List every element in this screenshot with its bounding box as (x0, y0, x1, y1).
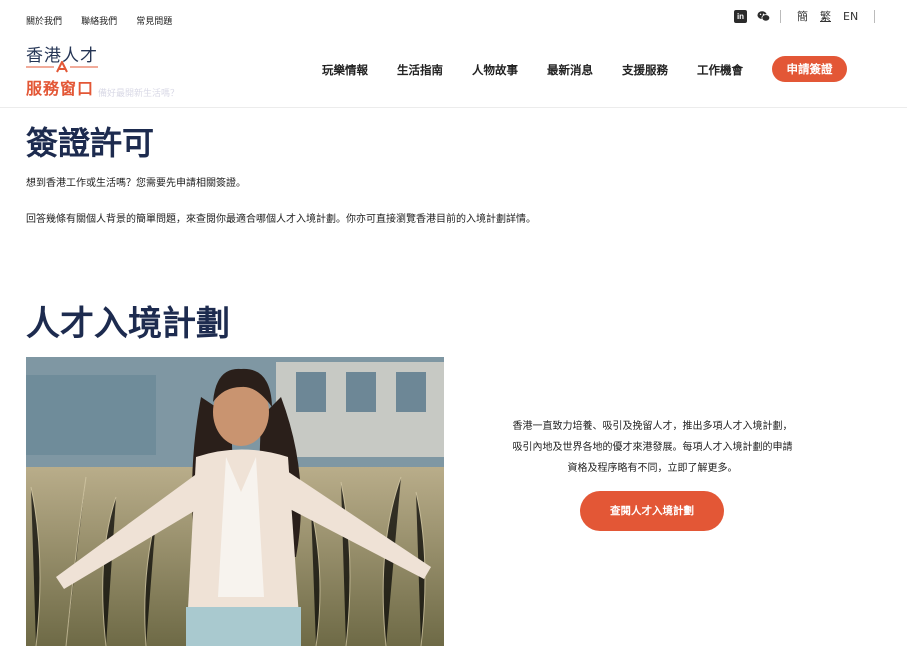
ghost-tagline: 備好最開新生活嗎？ (98, 89, 180, 99)
wechat-icon[interactable] (757, 10, 770, 23)
page-title: 簽證許可 (26, 124, 155, 162)
logo-line2[interactable]: 服務窗口 (26, 75, 94, 99)
nav-item-stories[interactable]: 人物故事 (472, 62, 518, 78)
scheme-description-line: 吸引內地及世界各地的優才來港發展。每項人才入境計劃的申請 (512, 442, 793, 453)
social-and-language-bar: in 簡 繁 EN (734, 8, 885, 24)
visa-guide-text: 回答幾條有關個人背景的簡單問題，來查閱你最適合哪個人才入境計劃。你亦可直接瀏覽香… (26, 214, 536, 225)
nav-item-jobs[interactable]: 工作機會 (697, 62, 743, 78)
nav-item-support[interactable]: 支援服務 (622, 62, 668, 78)
nav-item-news[interactable]: 最新消息 (547, 62, 593, 78)
visa-intro-text: 想到香港工作或生活嗎？您需要先申請相關簽證。 (26, 178, 246, 189)
divider (780, 9, 781, 23)
lang-traditional[interactable]: 繁 (820, 8, 831, 24)
divider (874, 9, 876, 23)
logo-mark-icon (26, 61, 98, 73)
lang-english[interactable]: EN (843, 10, 858, 23)
lang-simplified[interactable]: 簡 (797, 8, 808, 24)
about-us-link[interactable]: 關於我們 (26, 17, 62, 27)
view-schemes-button[interactable]: 查閱人才入境計劃 (580, 491, 724, 531)
hero-photo (26, 357, 444, 646)
scheme-description-line: 資格及程序略有不同，立即了解更多。 (567, 463, 738, 474)
nav-item-leisure[interactable]: 玩樂情報 (322, 62, 368, 78)
section-title: 人才入境計劃 (26, 304, 230, 344)
contact-us-link[interactable]: 聯絡我們 (81, 17, 117, 27)
main-nav: 玩樂情報 生活指南 人物故事 最新消息 支援服務 工作機會 (322, 62, 772, 78)
header-divider (0, 107, 907, 108)
linkedin-icon[interactable]: in (734, 9, 747, 23)
top-utility-nav: 關於我們 聯絡我們 常見問題 (26, 9, 186, 28)
nav-item-living-guide[interactable]: 生活指南 (397, 62, 443, 78)
faq-link[interactable]: 常見問題 (136, 17, 172, 27)
scheme-description-line: 香港一直致力培養、吸引及挽留人才，推出多項人才入境計劃， (512, 421, 793, 432)
apply-visa-button[interactable]: 申請簽證 (772, 56, 847, 82)
scheme-description: 香港一直致力培養、吸引及挽留人才，推出多項人才入境計劃， 吸引內地及世界各地的優… (490, 416, 815, 479)
